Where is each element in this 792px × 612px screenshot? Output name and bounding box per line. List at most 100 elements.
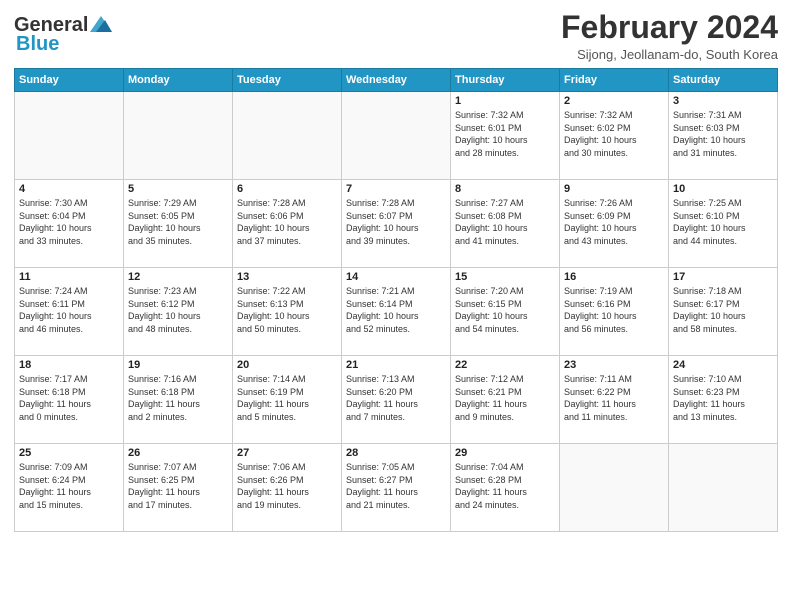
calendar-week-2: 11 Sunrise: 7:24 AM Sunset: 6:11 PM Dayli… (15, 268, 778, 356)
day-number: 8 (455, 183, 555, 195)
calendar-cell: 18 Sunrise: 7:17 AM Sunset: 6:18 PM Dayli… (15, 356, 124, 444)
day-number: 19 (128, 359, 228, 371)
calendar-subtitle: Sijong, Jeollanam-do, South Korea (561, 47, 778, 62)
calendar-cell: 6Sunrise: 7:28 AM Sunset: 6:06 PM Daylig… (233, 180, 342, 268)
day-number: 14 (346, 271, 446, 283)
calendar-week-3: 18 Sunrise: 7:17 AM Sunset: 6:18 PM Dayli… (15, 356, 778, 444)
calendar-cell: 15 Sunrise: 7:20 AM Sunset: 6:15 PM Dayli… (451, 268, 560, 356)
day-number: 28 (346, 447, 446, 459)
weekday-header-sunday: Sunday (15, 69, 124, 92)
calendar-cell: 14 Sunrise: 7:21 AM Sunset: 6:14 PM Dayli… (342, 268, 451, 356)
day-info: Sunrise: 7:32 AM Sunset: 6:02 PM Dayligh… (564, 109, 664, 159)
calendar-cell: 16 Sunrise: 7:19 AM Sunset: 6:16 PM Dayli… (560, 268, 669, 356)
header: General Blue February 2024 Sijong, Jeoll… (14, 10, 778, 62)
weekday-header-monday: Monday (124, 69, 233, 92)
day-info: Sunrise: 7:19 AM Sunset: 6:16 PM Dayligh… (564, 285, 664, 335)
day-info: Sunrise: 7:27 AM Sunset: 6:08 PM Dayligh… (455, 197, 555, 247)
day-info: Sunrise: 7:25 AM Sunset: 6:10 PM Dayligh… (673, 197, 773, 247)
weekday-header-tuesday: Tuesday (233, 69, 342, 92)
day-number: 16 (564, 271, 664, 283)
day-number: 4 (19, 183, 119, 195)
day-info: Sunrise: 7:26 AM Sunset: 6:09 PM Dayligh… (564, 197, 664, 247)
calendar-cell: 10 Sunrise: 7:25 AM Sunset: 6:10 PM Dayli… (669, 180, 778, 268)
calendar-cell: 29 Sunrise: 7:04 AM Sunset: 6:28 PM Dayli… (451, 444, 560, 532)
day-info: Sunrise: 7:32 AM Sunset: 6:01 PM Dayligh… (455, 109, 555, 159)
day-number: 11 (19, 271, 119, 283)
calendar-cell: 9 Sunrise: 7:26 AM Sunset: 6:09 PM Daylig… (560, 180, 669, 268)
day-number: 29 (455, 447, 555, 459)
day-number: 25 (19, 447, 119, 459)
day-info: Sunrise: 7:29 AM Sunset: 6:05 PM Dayligh… (128, 197, 228, 247)
day-number: 26 (128, 447, 228, 459)
day-number: 5 (128, 183, 228, 195)
weekday-header-wednesday: Wednesday (342, 69, 451, 92)
calendar-cell: 2 Sunrise: 7:32 AM Sunset: 6:02 PM Daylig… (560, 92, 669, 180)
day-number: 9 (564, 183, 664, 195)
weekday-header-saturday: Saturday (669, 69, 778, 92)
day-info: Sunrise: 7:11 AM Sunset: 6:22 PM Dayligh… (564, 373, 664, 423)
day-number: 17 (673, 271, 773, 283)
day-number: 27 (237, 447, 337, 459)
day-number: 6 (237, 183, 337, 195)
calendar-week-4: 25 Sunrise: 7:09 AM Sunset: 6:24 PM Dayli… (15, 444, 778, 532)
day-info: Sunrise: 7:22 AM Sunset: 6:13 PM Dayligh… (237, 285, 337, 335)
calendar-cell: 25 Sunrise: 7:09 AM Sunset: 6:24 PM Dayli… (15, 444, 124, 532)
day-info: Sunrise: 7:18 AM Sunset: 6:17 PM Dayligh… (673, 285, 773, 335)
calendar-cell: 24Sunrise: 7:10 AM Sunset: 6:23 PM Dayli… (669, 356, 778, 444)
day-info: Sunrise: 7:05 AM Sunset: 6:27 PM Dayligh… (346, 461, 446, 511)
day-number: 3 (673, 95, 773, 107)
calendar-cell: 8 Sunrise: 7:27 AM Sunset: 6:08 PM Daylig… (451, 180, 560, 268)
page: General Blue February 2024 Sijong, Jeoll… (0, 0, 792, 612)
logo: General Blue (14, 14, 112, 56)
day-number: 10 (673, 183, 773, 195)
calendar-cell: 13 Sunrise: 7:22 AM Sunset: 6:13 PM Dayli… (233, 268, 342, 356)
day-number: 2 (564, 95, 664, 107)
calendar-cell: 21Sunrise: 7:13 AM Sunset: 6:20 PM Dayli… (342, 356, 451, 444)
calendar-cell (15, 92, 124, 180)
day-info: Sunrise: 7:16 AM Sunset: 6:18 PM Dayligh… (128, 373, 228, 423)
day-number: 22 (455, 359, 555, 371)
calendar-table: SundayMondayTuesdayWednesdayThursdayFrid… (14, 68, 778, 532)
title-section: February 2024 Sijong, Jeollanam-do, Sout… (561, 10, 778, 62)
day-info: Sunrise: 7:28 AM Sunset: 6:07 PM Dayligh… (346, 197, 446, 247)
calendar-cell: 17 Sunrise: 7:18 AM Sunset: 6:17 PM Dayli… (669, 268, 778, 356)
day-info: Sunrise: 7:12 AM Sunset: 6:21 PM Dayligh… (455, 373, 555, 423)
calendar-cell: 4Sunrise: 7:30 AM Sunset: 6:04 PM Daylig… (15, 180, 124, 268)
calendar-cell: 23 Sunrise: 7:11 AM Sunset: 6:22 PM Dayli… (560, 356, 669, 444)
calendar-cell (342, 92, 451, 180)
day-info: Sunrise: 7:31 AM Sunset: 6:03 PM Dayligh… (673, 109, 773, 159)
day-info: Sunrise: 7:17 AM Sunset: 6:18 PM Dayligh… (19, 373, 119, 423)
day-number: 23 (564, 359, 664, 371)
calendar-cell: 5 Sunrise: 7:29 AM Sunset: 6:05 PM Daylig… (124, 180, 233, 268)
calendar-cell (560, 444, 669, 532)
logo-icon (90, 14, 112, 34)
calendar-cell (124, 92, 233, 180)
calendar-cell: 28 Sunrise: 7:05 AM Sunset: 6:27 PM Dayli… (342, 444, 451, 532)
calendar-cell: 26 Sunrise: 7:07 AM Sunset: 6:25 PM Dayli… (124, 444, 233, 532)
calendar-header-row: SundayMondayTuesdayWednesdayThursdayFrid… (15, 69, 778, 92)
day-info: Sunrise: 7:06 AM Sunset: 6:26 PM Dayligh… (237, 461, 337, 511)
day-info: Sunrise: 7:07 AM Sunset: 6:25 PM Dayligh… (128, 461, 228, 511)
calendar-title: February 2024 (561, 10, 778, 45)
calendar-cell: 7 Sunrise: 7:28 AM Sunset: 6:07 PM Daylig… (342, 180, 451, 268)
calendar-cell: 19 Sunrise: 7:16 AM Sunset: 6:18 PM Dayli… (124, 356, 233, 444)
calendar-cell (669, 444, 778, 532)
calendar-cell: 1Sunrise: 7:32 AM Sunset: 6:01 PM Daylig… (451, 92, 560, 180)
day-info: Sunrise: 7:09 AM Sunset: 6:24 PM Dayligh… (19, 461, 119, 511)
day-number: 15 (455, 271, 555, 283)
day-number: 20 (237, 359, 337, 371)
calendar-cell: 12Sunrise: 7:23 AM Sunset: 6:12 PM Dayli… (124, 268, 233, 356)
day-number: 12 (128, 271, 228, 283)
day-info: Sunrise: 7:04 AM Sunset: 6:28 PM Dayligh… (455, 461, 555, 511)
logo-blue: Blue (14, 33, 59, 56)
day-info: Sunrise: 7:10 AM Sunset: 6:23 PM Dayligh… (673, 373, 773, 423)
day-number: 18 (19, 359, 119, 371)
calendar-week-1: 4Sunrise: 7:30 AM Sunset: 6:04 PM Daylig… (15, 180, 778, 268)
day-info: Sunrise: 7:13 AM Sunset: 6:20 PM Dayligh… (346, 373, 446, 423)
day-info: Sunrise: 7:21 AM Sunset: 6:14 PM Dayligh… (346, 285, 446, 335)
day-number: 7 (346, 183, 446, 195)
calendar-cell: 11 Sunrise: 7:24 AM Sunset: 6:11 PM Dayli… (15, 268, 124, 356)
day-number: 13 (237, 271, 337, 283)
day-info: Sunrise: 7:24 AM Sunset: 6:11 PM Dayligh… (19, 285, 119, 335)
day-info: Sunrise: 7:20 AM Sunset: 6:15 PM Dayligh… (455, 285, 555, 335)
